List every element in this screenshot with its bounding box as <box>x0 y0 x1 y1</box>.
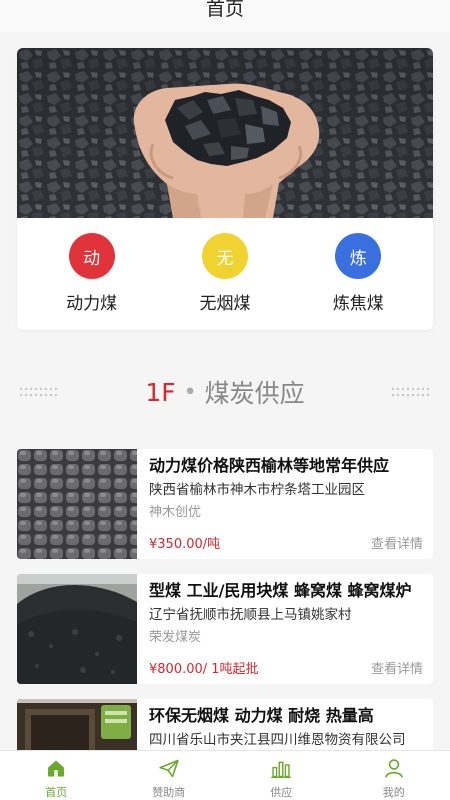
category-label: 炼焦煤 <box>332 294 384 314</box>
user-icon <box>384 759 403 778</box>
view-details-link[interactable]: 查看详情 <box>371 533 423 552</box>
hero-card: 动 动力煤 无 无烟煤 炼 炼焦煤 <box>17 48 433 330</box>
section-separator: • <box>183 379 197 405</box>
section-name: 煤炭供应 <box>204 379 305 408</box>
product-company: 荣发煤炭 <box>149 630 202 645</box>
category-power-coal[interactable]: 动 动力煤 <box>32 233 152 314</box>
tab-supply[interactable]: 供应 <box>236 751 326 800</box>
dots-decoration-left <box>19 387 58 397</box>
product-image <box>17 449 137 559</box>
coking-coal-icon: 炼 <box>335 233 382 279</box>
product-address: 四川省乐山市夹江县四川维恩物资有限公司 <box>149 732 406 748</box>
anthracite-icon: 无 <box>201 233 248 279</box>
product-company: 神木创优 <box>149 505 202 520</box>
tab-sponsors[interactable]: 赞助商 <box>124 751 214 800</box>
category-label: 动力煤 <box>66 294 118 314</box>
product-title[interactable]: 型煤 工业/民用块煤 蜂窝煤 蜂窝煤炉 <box>149 580 423 602</box>
tab-label: 赞助商 <box>152 786 186 799</box>
view-details-link[interactable]: 查看详情 <box>371 658 423 677</box>
bottom-tab-bar: 首页 赞助商 供应 我的 <box>0 750 450 800</box>
paper-plane-icon <box>159 759 179 778</box>
section-header: 1F • 煤炭供应 <box>0 370 450 414</box>
product-info: 动力煤价格陕西榆林等地常年供应 陕西省榆林市神木市柠条塔工业园区 神木创优 ¥3… <box>137 449 433 559</box>
section-floor: 1F <box>145 377 176 407</box>
category-label: 无烟煤 <box>199 294 251 314</box>
product-title[interactable]: 动力煤价格陕西榆林等地常年供应 <box>149 455 423 477</box>
product-info: 型煤 工业/民用块煤 蜂窝煤 蜂窝煤炉 辽宁省抚顺市抚顺县上马镇姚家村 荣发煤炭… <box>137 574 433 684</box>
product-image <box>17 574 137 684</box>
product-price: ¥800.00/ 1吨起批 <box>149 662 259 677</box>
product-footer: ¥350.00/吨 查看详情 <box>149 533 423 552</box>
category-row: 动 动力煤 无 无烟煤 炼 炼焦煤 <box>17 233 433 314</box>
section-title: 1F • 煤炭供应 <box>145 374 304 410</box>
product-address: 辽宁省抚顺市抚顺县上马镇姚家村 <box>149 607 352 623</box>
top-bar: 首页 <box>0 0 450 32</box>
tab-label: 供应 <box>270 786 293 799</box>
dots-decoration-right <box>391 387 430 397</box>
product-title[interactable]: 环保无烟煤 动力煤 耐烧 热量高 <box>149 705 423 727</box>
product-address: 陕西省榆林市神木市柠条塔工业园区 <box>149 482 365 498</box>
home-icon <box>48 760 65 777</box>
coal-banner-image[interactable] <box>17 48 433 218</box>
product-card[interactable]: 动力煤价格陕西榆林等地常年供应 陕西省榆林市神木市柠条塔工业园区 神木创优 ¥3… <box>17 449 433 559</box>
page-title: 首页 <box>205 0 244 20</box>
power-coal-icon: 动 <box>68 233 115 279</box>
tab-label: 我的 <box>382 786 405 799</box>
category-anthracite[interactable]: 无 无烟煤 <box>165 233 285 314</box>
category-coking-coal[interactable]: 炼 炼焦煤 <box>298 233 418 314</box>
product-card[interactable]: 型煤 工业/民用块煤 蜂窝煤 蜂窝煤炉 辽宁省抚顺市抚顺县上马镇姚家村 荣发煤炭… <box>17 574 433 684</box>
tab-home[interactable]: 首页 <box>11 751 101 800</box>
product-footer: ¥800.00/ 1吨起批 查看详情 <box>149 658 423 677</box>
bar-chart-icon <box>271 761 291 779</box>
tab-label: 首页 <box>45 786 68 799</box>
product-price: ¥350.00/吨 <box>149 537 221 552</box>
tab-profile[interactable]: 我的 <box>349 751 439 800</box>
